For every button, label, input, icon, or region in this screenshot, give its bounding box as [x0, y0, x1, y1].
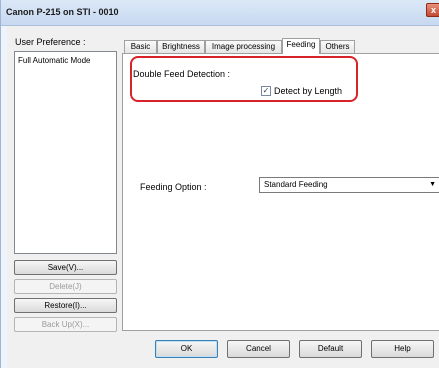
- cancel-button[interactable]: Cancel: [227, 340, 290, 358]
- dialog-content: User Preference : Full Automatic Mode Sa…: [7, 26, 439, 368]
- feeding-option-select[interactable]: Standard Feeding ▼: [259, 177, 439, 193]
- scanner-settings-dialog: Canon P-215 on STI - 0010 x User Prefere…: [0, 0, 439, 368]
- tab-brightness[interactable]: Brightness: [157, 40, 205, 53]
- tab-others[interactable]: Others: [320, 40, 355, 53]
- delete-button[interactable]: Delete(J): [14, 279, 117, 294]
- user-preference-list[interactable]: Full Automatic Mode: [14, 51, 117, 254]
- highlight-annotation: [130, 56, 358, 102]
- title-bar: Canon P-215 on STI - 0010 x: [1, 0, 439, 26]
- list-item[interactable]: Full Automatic Mode: [18, 56, 90, 65]
- user-preference-label: User Preference :: [15, 37, 86, 47]
- close-button[interactable]: x: [426, 3, 439, 17]
- feeding-option-value: Standard Feeding: [264, 180, 328, 189]
- help-button[interactable]: Help: [371, 340, 434, 358]
- restore-button[interactable]: Restore(I)...: [14, 298, 117, 313]
- tab-image-processing[interactable]: Image processing: [205, 40, 282, 53]
- tab-basic[interactable]: Basic: [124, 40, 157, 53]
- feeding-option-label: Feeding Option :: [140, 182, 207, 192]
- window-title: Canon P-215 on STI - 0010: [6, 7, 119, 17]
- tab-feeding[interactable]: Feeding: [282, 38, 320, 54]
- default-button[interactable]: Default: [299, 340, 362, 358]
- backup-button[interactable]: Back Up(X)...: [14, 317, 117, 332]
- chevron-down-icon: ▼: [429, 181, 436, 188]
- save-button[interactable]: Save(V)...: [14, 260, 117, 275]
- ok-button[interactable]: OK: [155, 340, 218, 358]
